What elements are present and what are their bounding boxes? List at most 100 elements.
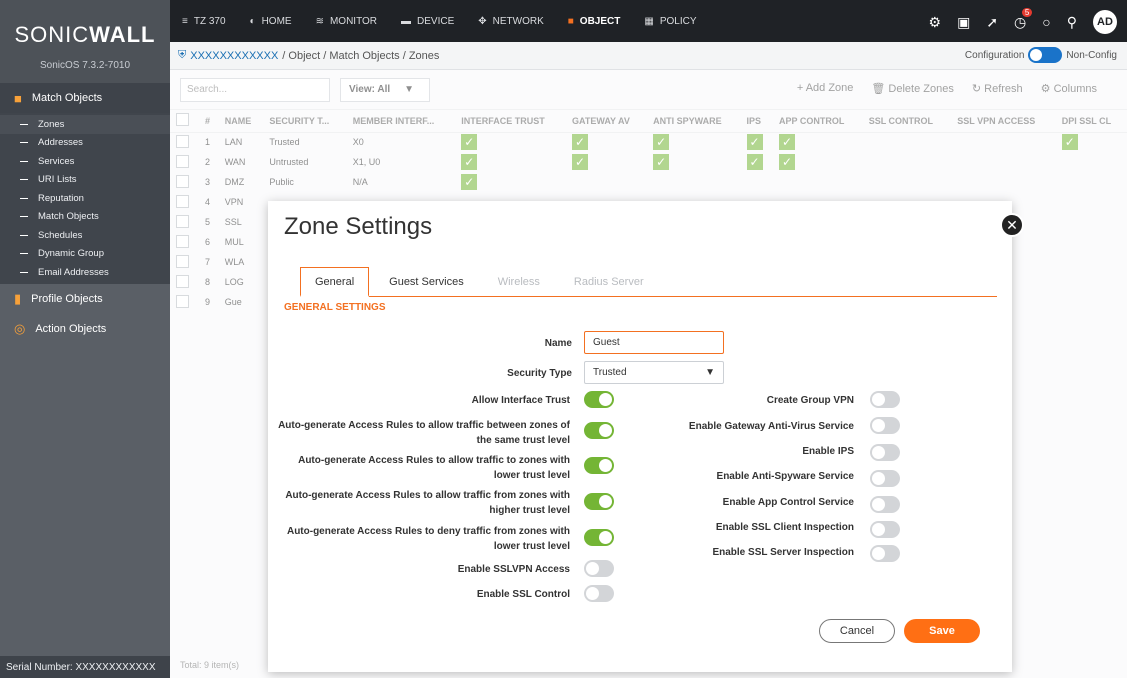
dash-icon [20, 160, 28, 162]
breadcrumb-device-link[interactable]: XXXXXXXXXXXX [190, 50, 278, 62]
dialog-title: Zone Settings [284, 213, 433, 240]
tab-wireless[interactable]: Wireless [484, 267, 554, 297]
app-control-toggle[interactable] [870, 496, 900, 513]
nav-object[interactable]: ■ OBJECT [568, 16, 621, 27]
dialog-tabs: General Guest Services Wireless Radius S… [300, 267, 997, 297]
nav-home[interactable]: ◐ HOME [250, 16, 292, 27]
lower-trust-rules-toggle[interactable] [584, 457, 614, 474]
sidebar-item-dynamic-group[interactable]: Dynamic Group [0, 245, 170, 264]
toggle-label: Enable SSL Server Inspection [712, 547, 854, 558]
toggle-label: Enable SSL Control [476, 589, 570, 600]
sidebar-item-uri-lists[interactable]: URI Lists [0, 171, 170, 190]
breadcrumb-path: / Object / Match Objects / Zones [282, 49, 440, 62]
sidebar-item-services[interactable]: Services [0, 152, 170, 171]
group-vpn-toggle[interactable] [870, 391, 900, 408]
pointer-icon[interactable]: ➚ [986, 14, 998, 31]
version-label: SonicOS 7.3.2-7010 [39, 60, 131, 71]
target-icon: ◎ [14, 320, 26, 336]
ips-toggle[interactable] [870, 444, 900, 461]
dash-icon [20, 271, 28, 273]
nav-device[interactable]: ▬ DEVICE [401, 16, 454, 27]
shield-icon: ⛨ [178, 49, 187, 61]
chevron-down-icon: ▼ [705, 367, 715, 378]
toggle-label: Auto-generate Access Rules to allow traf… [278, 420, 570, 446]
nav-network[interactable]: ✥ NETWORK [478, 16, 544, 27]
name-input[interactable]: Guest [584, 331, 724, 354]
toggle-label: Enable SSLVPN Access [457, 564, 570, 575]
security-type-label: Security Type [507, 368, 572, 379]
dash-icon [20, 179, 28, 181]
folder-icon: ■ [14, 90, 22, 106]
policy-icon: ▦ [644, 15, 654, 27]
object-icon: ■ [567, 15, 574, 27]
higher-trust-rules-toggle[interactable] [584, 493, 614, 510]
toggle-label: Enable App Control Service [722, 497, 854, 508]
name-label: Name [544, 338, 572, 349]
terminal-icon[interactable]: ▣ [957, 14, 970, 31]
menu-collapse-icon: ≡ [182, 15, 188, 27]
sidebar-section-profile-objects[interactable]: ▮ Profile Objects [0, 284, 170, 314]
document-icon: ▮ [14, 290, 22, 306]
toggle-label: Auto-generate Access Rules to allow traf… [285, 490, 570, 516]
dash-icon [20, 253, 28, 255]
logo: SONICWALL [14, 22, 156, 47]
sidebar-item-zones[interactable]: Zones [0, 115, 170, 134]
tab-radius-server[interactable]: Radius Server [560, 267, 658, 297]
toggle-label: Enable Gateway Anti-Virus Service [688, 421, 854, 432]
close-icon[interactable]: ✕ [1000, 213, 1024, 237]
nav-monitor[interactable]: ≋ MONITOR [316, 16, 377, 27]
home-icon: ◐ [249, 15, 256, 27]
nav-policy[interactable]: ▦ POLICY [644, 16, 696, 27]
dash-icon [20, 123, 28, 125]
toggle-label: Enable SSL Client Inspection [715, 522, 854, 533]
allow-interface-trust-toggle[interactable] [584, 391, 614, 408]
search-icon[interactable]: ⚲ [1067, 14, 1077, 31]
section-heading: GENERAL SETTINGS [284, 302, 386, 313]
notification-badge: 5 [1021, 7, 1033, 17]
lightbulb-icon[interactable]: ○ [1042, 14, 1050, 30]
sidebar-item-match-objects[interactable]: Match Objects [0, 208, 170, 227]
sidebar-item-email-addresses[interactable]: Email Addresses [0, 263, 170, 282]
dash-icon [20, 234, 28, 236]
deny-lower-trust-toggle[interactable] [584, 529, 614, 546]
sidebar: SONICWALL SonicOS 7.3.2-7010 ■ Match Obj… [0, 0, 170, 678]
ssl-control-toggle[interactable] [584, 585, 614, 602]
zone-settings-dialog: Zone Settings ✕ General Guest Services W… [268, 201, 1024, 672]
dash-icon [20, 216, 28, 218]
device-menu[interactable]: ≡ TZ 370 [182, 16, 226, 27]
security-type-select[interactable]: Trusted ▼ [584, 361, 724, 384]
gateway-av-toggle[interactable] [870, 417, 900, 434]
save-button[interactable]: Save [904, 619, 980, 643]
toggle-label: Enable Anti-Spyware Service [716, 471, 854, 482]
mode-switch: Configuration Non-Config [965, 47, 1117, 63]
network-icon: ✥ [478, 15, 487, 27]
ssl-server-inspection-toggle[interactable] [870, 545, 900, 562]
anti-spyware-toggle[interactable] [870, 470, 900, 487]
sidebar-sublist: Zones Addresses Services URI Lists Reput… [0, 113, 170, 284]
ssl-client-inspection-toggle[interactable] [870, 521, 900, 538]
sidebar-section-match-objects[interactable]: ■ Match Objects [0, 83, 170, 113]
sidebar-item-addresses[interactable]: Addresses [0, 134, 170, 153]
same-trust-rules-toggle[interactable] [584, 422, 614, 439]
top-right-icons: ⚙ ▣ ➚ ◷ 5 ○ ⚲ AD [929, 7, 1117, 34]
monitor-icon: ≋ [315, 15, 324, 27]
device-icon: ▬ [401, 15, 412, 27]
notifications-icon[interactable]: ◷ 5 [1014, 7, 1033, 31]
config-mode-toggle[interactable] [1028, 47, 1063, 63]
toggle-label: Enable IPS [802, 446, 854, 457]
settings-icon[interactable]: ⚙ [929, 14, 942, 31]
serial-number: Serial Number: XXXXXXXXXXXX [0, 656, 170, 678]
top-navigation: ≡ TZ 370 ◐ HOME ≋ MONITOR ▬ DEVICE ✥ NETWORK … [170, 0, 1127, 42]
breadcrumb: ⛨ XXXXXXXXXXXX / Object / Match Objects … [170, 42, 1127, 70]
sidebar-section-action-objects[interactable]: ◎ Action Objects [0, 314, 170, 344]
tab-general[interactable]: General [300, 267, 370, 297]
avatar[interactable]: AD [1093, 10, 1117, 34]
logo-area: SONICWALL SonicOS 7.3.2-7010 [0, 0, 170, 83]
tab-guest-services[interactable]: Guest Services [375, 267, 478, 297]
sidebar-item-reputation[interactable]: Reputation [0, 189, 170, 208]
toggle-label: Auto-generate Access Rules to deny traff… [286, 526, 570, 552]
toggle-label: Auto-generate Access Rules to allow traf… [298, 455, 570, 481]
sidebar-item-schedules[interactable]: Schedules [0, 226, 170, 245]
cancel-button[interactable]: Cancel [819, 619, 895, 643]
sslvpn-access-toggle[interactable] [584, 560, 614, 577]
